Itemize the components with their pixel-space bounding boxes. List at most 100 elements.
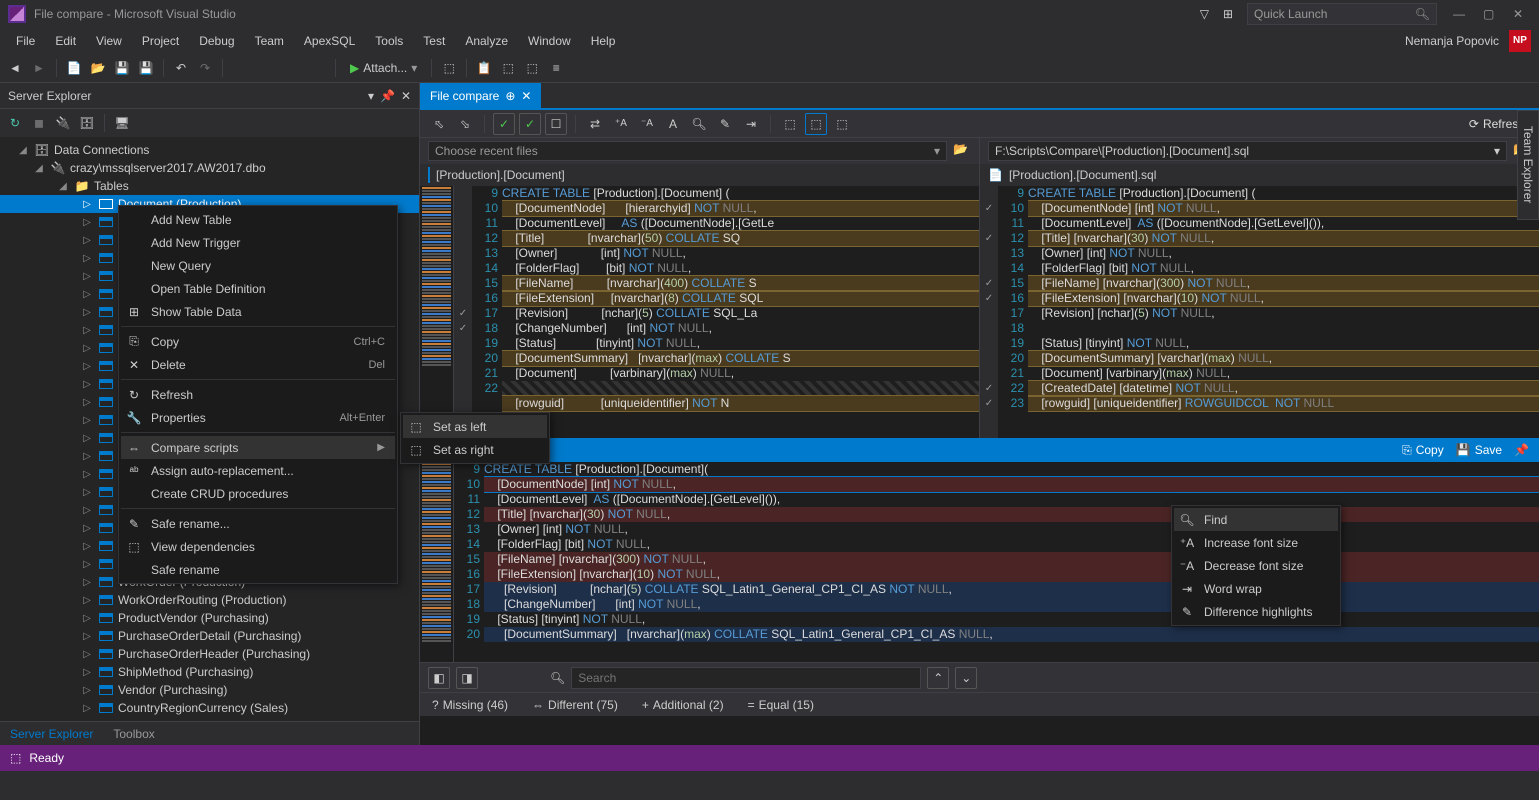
ctx-set-as-right[interactable]: ⬚Set as right bbox=[403, 438, 547, 461]
close-panel-icon[interactable]: ✕ bbox=[401, 89, 411, 103]
layout-1[interactable]: ⬚ bbox=[779, 113, 801, 135]
font-a3[interactable]: A bbox=[662, 113, 684, 135]
left-minimap[interactable] bbox=[420, 186, 454, 438]
ctx-add-new-table[interactable]: Add New Table bbox=[121, 208, 395, 231]
tab-pin-icon[interactable]: ⊕ bbox=[505, 89, 515, 103]
menu-view[interactable]: View bbox=[88, 32, 130, 50]
table-row[interactable]: ▷ShipMethod (Purchasing) bbox=[0, 663, 419, 681]
layout-right-icon[interactable]: ◨ bbox=[456, 667, 478, 689]
tb-icon-1[interactable]: ⬚ bbox=[438, 57, 460, 79]
tb-icon-3[interactable]: ⬚ bbox=[497, 57, 519, 79]
table-row[interactable]: ▷PurchaseOrderHeader (Purchasing) bbox=[0, 645, 419, 663]
attach-button[interactable]: ▶ Attach... ▾ bbox=[342, 57, 425, 79]
menu-window[interactable]: Window bbox=[520, 32, 579, 50]
menu-help[interactable]: Help bbox=[583, 32, 624, 50]
team-explorer-tab[interactable]: Team Explorer bbox=[1517, 110, 1539, 220]
refresh-icon[interactable]: ↻ bbox=[4, 112, 26, 134]
forward-button[interactable]: ► bbox=[28, 57, 50, 79]
file-compare-tab[interactable]: File compare ⊕ ✕ bbox=[420, 83, 541, 108]
back-button[interactable]: ◄ bbox=[4, 57, 26, 79]
check-1[interactable]: ✓ bbox=[493, 113, 515, 135]
menu-debug[interactable]: Debug bbox=[191, 32, 242, 50]
menu-edit[interactable]: Edit bbox=[47, 32, 84, 50]
menu-analyze[interactable]: Analyze bbox=[457, 32, 516, 50]
find-icon[interactable]: 🔍︎ bbox=[688, 113, 710, 135]
nav-prev-icon[interactable]: ⬁ bbox=[428, 113, 450, 135]
nav-next-icon[interactable]: ⬂ bbox=[454, 113, 476, 135]
redo-button[interactable]: ↷ bbox=[194, 57, 216, 79]
ctx-delete[interactable]: ✕DeleteDel bbox=[121, 353, 395, 376]
tables-folder[interactable]: ◢📁 Tables bbox=[0, 177, 419, 195]
pin-icon[interactable]: 📌 bbox=[380, 89, 395, 103]
stop-icon[interactable]: ◼ bbox=[28, 112, 50, 134]
ctx-create-crud-procedures[interactable]: Create CRUD procedures bbox=[121, 482, 395, 505]
pin-icon[interactable]: 📌 bbox=[1514, 443, 1529, 457]
ctx-merge-decrease-font-size[interactable]: ⁻ADecrease font size bbox=[1174, 554, 1338, 577]
font-a1[interactable]: ⁺A bbox=[610, 113, 632, 135]
ctx-copy[interactable]: ⎘CopyCtrl+C bbox=[121, 330, 395, 353]
server-icon[interactable]: 🖥 bbox=[111, 112, 133, 134]
ctx-merge-word-wrap[interactable]: ⇥Word wrap bbox=[1174, 577, 1338, 600]
ctx-set-as-left[interactable]: ⬚Set as left bbox=[403, 415, 547, 438]
connection-node[interactable]: ◢🔌 crazy\mssqlserver2017.AW2017.dbo bbox=[0, 159, 419, 177]
layout-left-icon[interactable]: ◧ bbox=[428, 667, 450, 689]
layout-3[interactable]: ⬚ bbox=[831, 113, 853, 135]
menu-team[interactable]: Team bbox=[247, 32, 292, 50]
ctx-merge-difference-highlights[interactable]: ✎Difference highlights bbox=[1174, 600, 1338, 623]
left-file-selector[interactable]: Choose recent files ▾ bbox=[428, 141, 947, 161]
tb-icon-4[interactable]: ⬚ bbox=[521, 57, 543, 79]
quick-launch-input[interactable]: Quick Launch 🔍︎ bbox=[1247, 3, 1437, 25]
table-row[interactable]: ▷PurchaseOrderDetail (Purchasing) bbox=[0, 627, 419, 645]
ctx-merge-increase-font-size[interactable]: ⁺AIncrease font size bbox=[1174, 531, 1338, 554]
save-button[interactable]: 💾Save bbox=[1450, 443, 1508, 457]
ctx-merge-find[interactable]: 🔍︎Find bbox=[1174, 508, 1338, 531]
table-row[interactable]: ▷Vendor (Purchasing) bbox=[0, 681, 419, 699]
uncheck[interactable]: ☐ bbox=[545, 113, 567, 135]
save-all-button[interactable]: 💾 bbox=[135, 57, 157, 79]
open-button[interactable]: 📂 bbox=[87, 57, 109, 79]
ctx-new-query[interactable]: New Query bbox=[121, 254, 395, 277]
layout-2[interactable]: ⬚ bbox=[805, 113, 827, 135]
table-row[interactable]: ▷WorkOrderRouting (Production) bbox=[0, 591, 419, 609]
db-icon[interactable]: 🗄 bbox=[76, 112, 98, 134]
menu-tools[interactable]: Tools bbox=[367, 32, 411, 50]
right-code-area[interactable]: ✓✓✓✓✓✓ 91011121314151617181920212223 CRE… bbox=[980, 186, 1539, 438]
ctx-assign-auto-replacement-[interactable]: ᵃᵇAssign auto-replacement... bbox=[121, 459, 395, 482]
ctx-compare-scripts[interactable]: ⇔Compare scripts▶ bbox=[121, 436, 395, 459]
ctx-show-table-data[interactable]: ⊞Show Table Data bbox=[121, 300, 395, 323]
table-row[interactable]: ▷ProductVendor (Purchasing) bbox=[0, 609, 419, 627]
close-button[interactable]: ✕ bbox=[1513, 7, 1531, 21]
table-row[interactable]: ▷CreditCard (Sales) bbox=[0, 717, 419, 721]
table-row[interactable]: ▷CountryRegionCurrency (Sales) bbox=[0, 699, 419, 717]
merge-code-area[interactable]: 91011121314151617181920 CREATE TABLE [Pr… bbox=[420, 462, 1539, 662]
tab-server-explorer[interactable]: Server Explorer bbox=[0, 722, 103, 745]
ctx-refresh[interactable]: ↻Refresh bbox=[121, 383, 395, 406]
menu-project[interactable]: Project bbox=[134, 32, 187, 50]
tab-close-icon[interactable]: ✕ bbox=[521, 89, 531, 103]
data-connections-node[interactable]: ◢🗄 Data Connections bbox=[0, 141, 419, 159]
save-button[interactable]: 💾 bbox=[111, 57, 133, 79]
user-badge[interactable]: NP bbox=[1509, 30, 1531, 52]
folder-icon[interactable]: 📂 bbox=[953, 142, 971, 160]
ctx-open-table-definition[interactable]: Open Table Definition bbox=[121, 277, 395, 300]
copy-button[interactable]: ⎘Copy bbox=[1396, 443, 1450, 458]
check-2[interactable]: ✓ bbox=[519, 113, 541, 135]
tb-icon-2[interactable]: 📋 bbox=[473, 57, 495, 79]
connect-icon[interactable]: 🔌 bbox=[52, 112, 74, 134]
font-a2[interactable]: ⁻A bbox=[636, 113, 658, 135]
merge-minimap[interactable] bbox=[420, 462, 454, 662]
wrap-icon[interactable]: ⇥ bbox=[740, 113, 762, 135]
undo-button[interactable]: ↶ bbox=[170, 57, 192, 79]
new-project-button[interactable]: 📄 bbox=[63, 57, 85, 79]
search-up-icon[interactable]: ⌃ bbox=[927, 667, 949, 689]
highlight-icon[interactable]: ✎ bbox=[714, 113, 736, 135]
ctx-properties[interactable]: 🔧PropertiesAlt+Enter bbox=[121, 406, 395, 429]
search-down-icon[interactable]: ⌄ bbox=[955, 667, 977, 689]
ctx-view-dependencies[interactable]: ⬚View dependencies bbox=[121, 535, 395, 558]
tab-toolbox[interactable]: Toolbox bbox=[103, 722, 164, 745]
menu-file[interactable]: File bbox=[8, 32, 43, 50]
search-input[interactable] bbox=[571, 667, 921, 689]
menu-apexsql[interactable]: ApexSQL bbox=[296, 32, 363, 50]
ctx-add-new-trigger[interactable]: Add New Trigger bbox=[121, 231, 395, 254]
right-file-path[interactable]: F:\Scripts\Compare\[Production].[Documen… bbox=[988, 141, 1507, 161]
